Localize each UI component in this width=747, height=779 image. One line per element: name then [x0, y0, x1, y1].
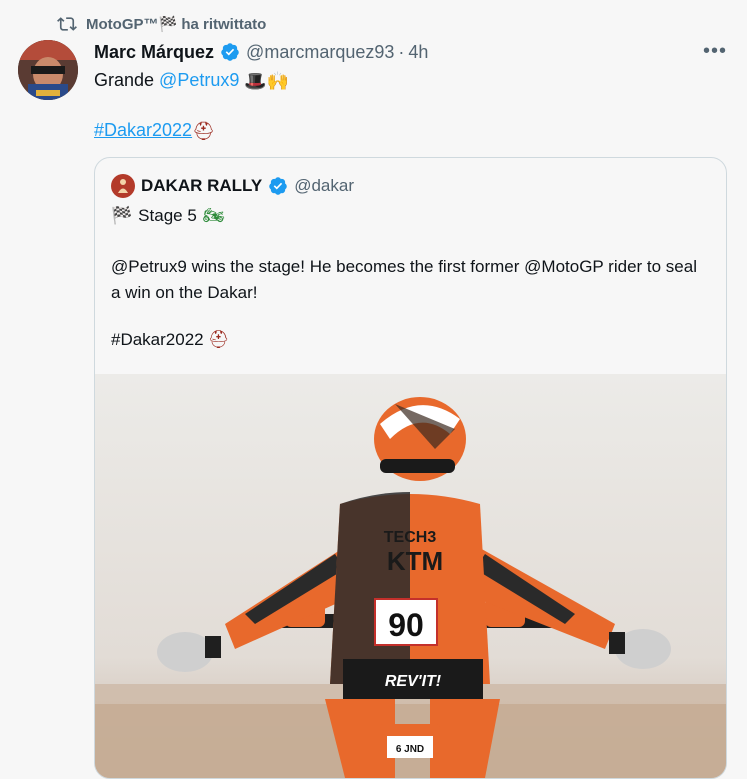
avatar[interactable]: [18, 40, 78, 100]
quoted-stage-line: 🏁 Stage 5 🏍: [111, 204, 224, 228]
header-separator: ·: [398, 41, 405, 62]
dakar-logo-icon: [111, 174, 135, 198]
stage-label: Stage 5: [138, 206, 197, 225]
verified-badge-icon: [221, 43, 239, 61]
quoted-header: DAKAR RALLY @dakar: [111, 174, 354, 198]
quoted-helmet-emoji: ⛑: [207, 330, 230, 349]
quoted-tweet-card[interactable]: DAKAR RALLY @dakar 🏁 Stage 5 🏍 @Petrux9 …: [94, 157, 727, 779]
license-plate-text: 6 JND: [396, 744, 424, 755]
tweet-header: Marc Márquez @marcmarquez93 · 4h: [94, 40, 428, 64]
rider-number-text: 90: [388, 607, 424, 643]
hashtag-link[interactable]: #Dakar2022: [94, 120, 192, 140]
more-options-icon[interactable]: •••: [700, 40, 730, 62]
rider-photo[interactable]: TECH3 KTM 90 REV'IT! 6 JND: [95, 374, 726, 778]
retweet-context[interactable]: MotoGP™🏁 ha ritwittato: [56, 14, 266, 34]
quoted-hashtag: #Dakar2022: [111, 330, 204, 349]
helmet-emoji: ⛑: [192, 121, 215, 142]
tweet-text: Grande @Petrux9 🎩🙌: [94, 68, 289, 93]
tweet-text-prefix: Grande: [94, 70, 160, 90]
avatar-image: [18, 40, 78, 100]
chequered-flag-icon: 🏁: [111, 206, 133, 225]
retweet-label: MotoGP™🏁 ha ritwittato: [86, 16, 267, 33]
revit-logo-text: REV'IT!: [385, 673, 442, 690]
author-name[interactable]: Marc Márquez: [94, 42, 214, 63]
mention-link[interactable]: @Petrux9: [159, 70, 239, 90]
quoted-body-text: @Petrux9 wins the stage! He becomes the …: [111, 257, 697, 302]
quoted-author-handle: @dakar: [294, 176, 355, 195]
team-logo-text: TECH3: [384, 529, 437, 546]
quoted-author-name: DAKAR RALLY: [141, 176, 263, 195]
author-handle[interactable]: @marcmarquez93: [246, 42, 394, 63]
tweet-timestamp[interactable]: 4h: [408, 42, 428, 63]
tweet-hashtag-line: #Dakar2022⛑: [94, 118, 215, 143]
retweet-icon: [57, 17, 77, 31]
motorcycle-icon: 🏍: [202, 206, 225, 225]
tweet-emojis: 🎩🙌: [244, 71, 290, 92]
ktm-logo-text: KTM: [387, 546, 443, 576]
quoted-verified-badge-icon: [269, 177, 287, 195]
quoted-hashtag-line: #Dakar2022 ⛑: [111, 328, 229, 352]
